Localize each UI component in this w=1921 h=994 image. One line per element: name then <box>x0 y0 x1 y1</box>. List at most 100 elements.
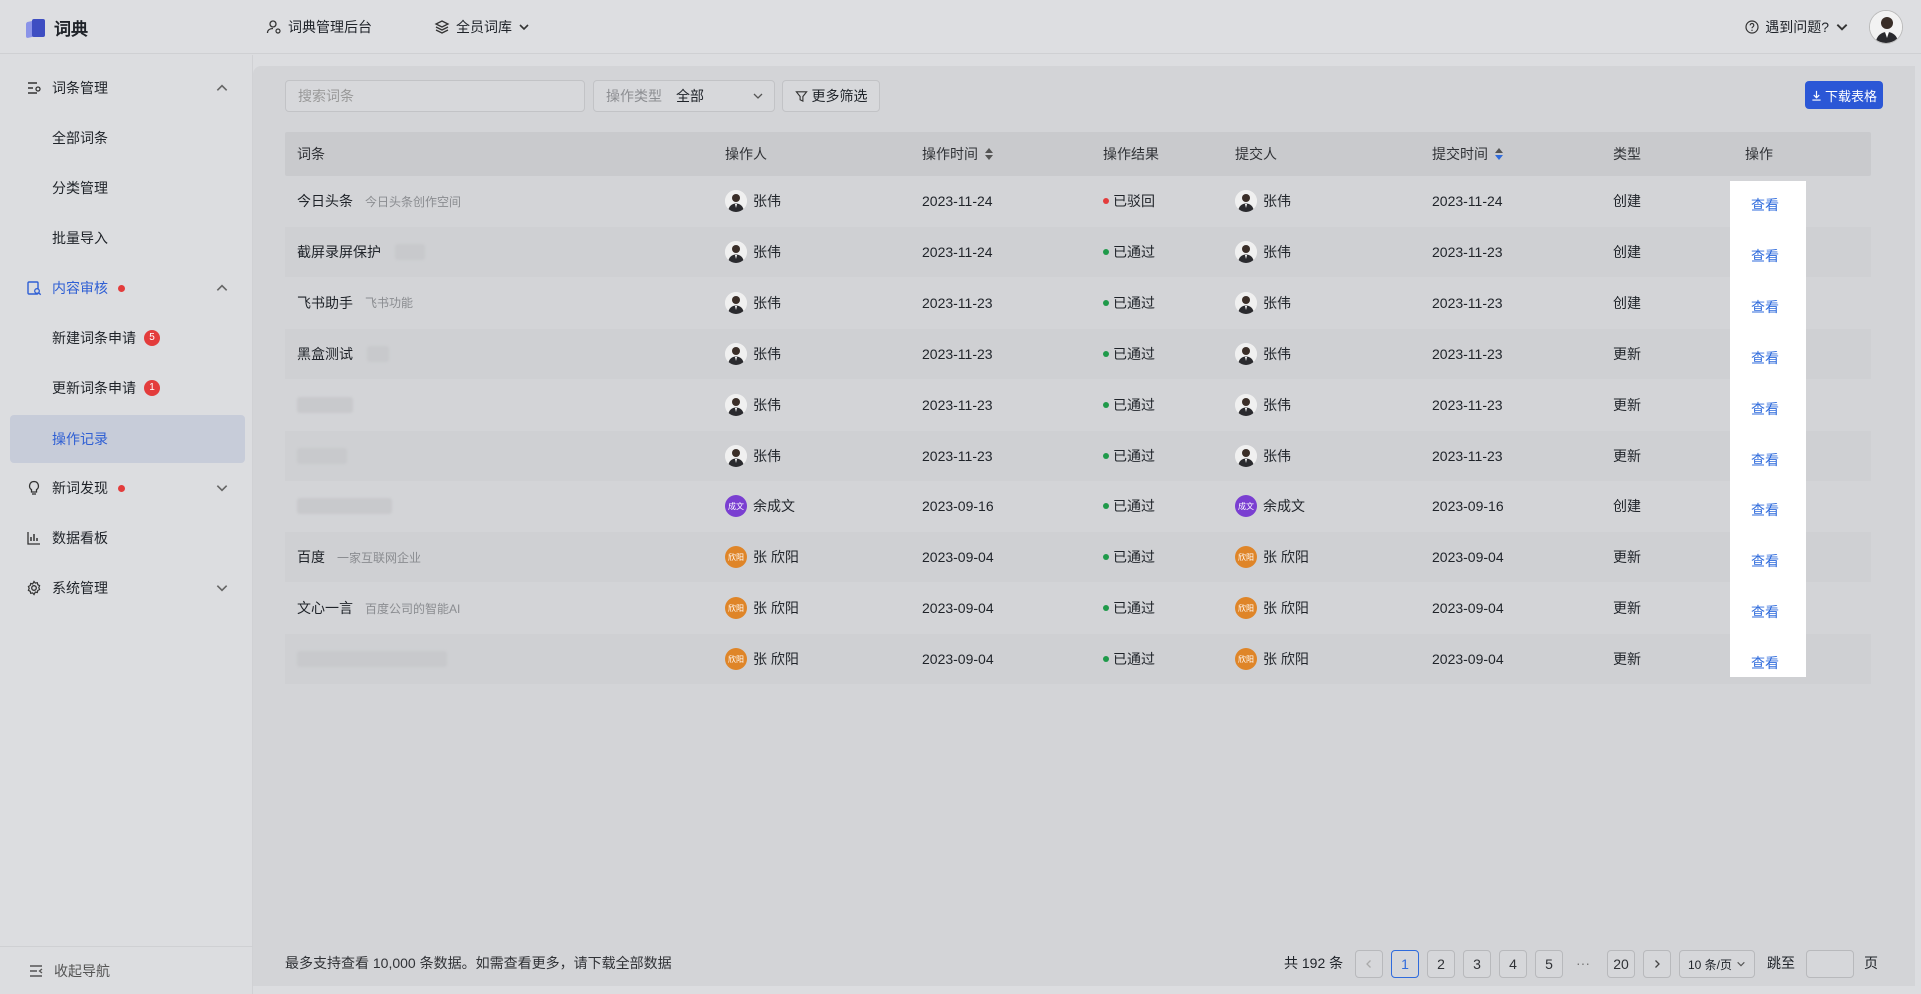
app-logo[interactable]: 词典 <box>26 15 88 40</box>
page-suffix: 页 <box>1864 950 1878 976</box>
page-button-5[interactable]: 5 <box>1535 950 1563 978</box>
view-link[interactable]: 查看 <box>1751 348 1779 368</box>
sidebar-item-all-entries[interactable]: 全部词条 <box>0 118 253 158</box>
view-link[interactable]: 查看 <box>1751 551 1779 571</box>
cell-submit-time: 2023-11-24 <box>1432 193 1503 209</box>
avatar-photo-icon <box>1235 444 1257 467</box>
cell-type: 更新 <box>1613 447 1641 464</box>
view-link[interactable]: 查看 <box>1751 653 1779 673</box>
sidebar-item-new-entry-requests[interactable]: 新建词条申请 5 <box>0 318 253 358</box>
status-dot <box>1103 299 1109 306</box>
cell-term: 飞书助手 飞书功能 <box>297 278 413 328</box>
result-text: 已通过 <box>1113 447 1155 464</box>
download-table-button[interactable]: 下载表格 <box>1805 81 1883 109</box>
column-header-op-time[interactable]: 操作时间 <box>922 144 994 164</box>
avatar-photo-icon <box>1235 190 1257 212</box>
redacted-description <box>367 345 389 362</box>
view-link[interactable]: 查看 <box>1751 399 1779 419</box>
avatar-initials: 成文 <box>728 501 744 511</box>
sidebar-group-dashboard[interactable]: 数据看板 <box>0 518 253 558</box>
collapse-nav-button[interactable]: 收起导航 <box>0 946 253 994</box>
cell-submit-time: 2023-09-04 <box>1432 549 1504 566</box>
cell-type: 更新 <box>1613 396 1641 413</box>
avatar-photo-icon <box>725 190 747 212</box>
view-link[interactable]: 查看 <box>1751 602 1779 622</box>
view-link[interactable]: 查看 <box>1751 195 1779 215</box>
column-header-action: 操作 <box>1745 146 1773 162</box>
cell-op-time: 2023-11-23 <box>922 447 993 464</box>
view-link[interactable]: 查看 <box>1751 450 1779 470</box>
page-button-1[interactable]: 1 <box>1391 950 1419 978</box>
view-link[interactable]: 查看 <box>1751 297 1779 317</box>
cell-operator: 张伟 <box>725 278 781 328</box>
result-text: 已通过 <box>1113 243 1155 260</box>
submitter-name: 余成文 <box>1263 498 1305 515</box>
collapse-menu-icon <box>30 964 43 977</box>
submitter-name: 张 欣阳 <box>1263 549 1309 566</box>
jump-page-input[interactable] <box>1806 950 1854 978</box>
prev-page-button[interactable] <box>1355 950 1383 978</box>
person-photo-icon <box>1870 11 1902 43</box>
chevron-up-icon <box>216 284 228 291</box>
cell-submit-time: 2023-09-16 <box>1432 498 1504 515</box>
page-button-last[interactable]: 20 <box>1607 950 1635 978</box>
sidebar-item-categories[interactable]: 分类管理 <box>0 168 253 208</box>
submitter-name: 张伟 <box>1263 396 1291 413</box>
admin-nav[interactable]: 词典管理后台 <box>266 17 372 37</box>
page-ellipsis[interactable]: ··· <box>1576 950 1590 976</box>
page-button-3[interactable]: 3 <box>1463 950 1491 978</box>
submitter-name: 张伟 <box>1263 243 1291 260</box>
page-size-select[interactable]: 10 条/页 <box>1679 950 1755 978</box>
chevron-down-icon <box>216 585 228 592</box>
column-header-submit-time[interactable]: 提交时间 <box>1432 144 1504 164</box>
avatar: 成文 <box>1235 495 1257 518</box>
sidebar-group-new-words[interactable]: 新词发现 <box>0 468 253 508</box>
chevron-down-icon <box>1737 961 1745 967</box>
page-button-4[interactable]: 4 <box>1499 950 1527 978</box>
search-input[interactable]: 搜索词条 <box>285 80 585 112</box>
view-link[interactable]: 查看 <box>1751 500 1779 520</box>
sidebar-item-operation-log[interactable]: 操作记录 <box>10 415 245 463</box>
submitter-name: 张伟 <box>1263 193 1291 209</box>
sidebar-item-label: 全部词条 <box>52 130 108 146</box>
operator-name: 张 欣阳 <box>753 549 799 566</box>
user-avatar[interactable] <box>1869 10 1903 44</box>
cell-submitter: 欣阳张 欣阳 <box>1235 583 1309 633</box>
page-button-2[interactable]: 2 <box>1427 950 1455 978</box>
sidebar-item-update-entry-requests[interactable]: 更新词条申请 1 <box>0 368 253 408</box>
library-switcher[interactable]: 全员词库 <box>434 17 530 37</box>
avatar: 成文 <box>725 495 747 518</box>
operation-type-select[interactable]: 操作类型 全部 <box>593 80 775 112</box>
status-dot <box>1103 656 1109 663</box>
cell-operator: 张伟 <box>725 431 781 481</box>
cell-operator: 欣阳张 欣阳 <box>725 634 799 684</box>
page-size-value: 10 条/页 <box>1687 957 1733 972</box>
help-label: 遇到问题? <box>1765 19 1829 35</box>
lightbulb-icon <box>28 480 40 495</box>
cell-result: 已通过 <box>1103 583 1155 633</box>
cell-submit-time: 2023-09-04 <box>1432 600 1504 617</box>
term-description: 今日头条创作空间 <box>365 194 462 209</box>
operator-name: 张伟 <box>753 294 781 311</box>
avatar-initials: 欣阳 <box>1238 552 1254 562</box>
sidebar-item-bulk-import[interactable]: 批量导入 <box>0 218 253 258</box>
sidebar-group-system[interactable]: 系统管理 <box>0 568 253 608</box>
view-link[interactable]: 查看 <box>1751 246 1779 266</box>
next-page-button[interactable] <box>1643 950 1671 978</box>
cell-submitter: 张伟 <box>1235 227 1291 277</box>
column-header-term: 词条 <box>297 146 325 162</box>
status-dot <box>1103 605 1109 612</box>
cell-submit-time: 2023-11-23 <box>1432 447 1503 464</box>
sidebar-group-entries[interactable]: 词条管理 <box>0 68 253 108</box>
sidebar-group-content-review[interactable]: 内容审核 <box>0 268 253 308</box>
app-name: 词典 <box>54 20 88 39</box>
page-suffix-text: 页 <box>1864 955 1878 971</box>
help-menu[interactable]: 遇到问题? <box>1745 17 1849 37</box>
more-filters-button[interactable]: 更多筛选 <box>782 80 880 112</box>
result-text: 已通过 <box>1113 345 1155 362</box>
table-header: 词条 操作人 操作时间 操作结果 提交人 提交时间 类型 操作 <box>285 132 1871 176</box>
term-name: 飞书助手 <box>297 294 353 311</box>
ellipsis-text: ··· <box>1576 955 1590 971</box>
result-text: 已通过 <box>1113 294 1155 311</box>
avatar: 欣阳 <box>725 648 747 671</box>
